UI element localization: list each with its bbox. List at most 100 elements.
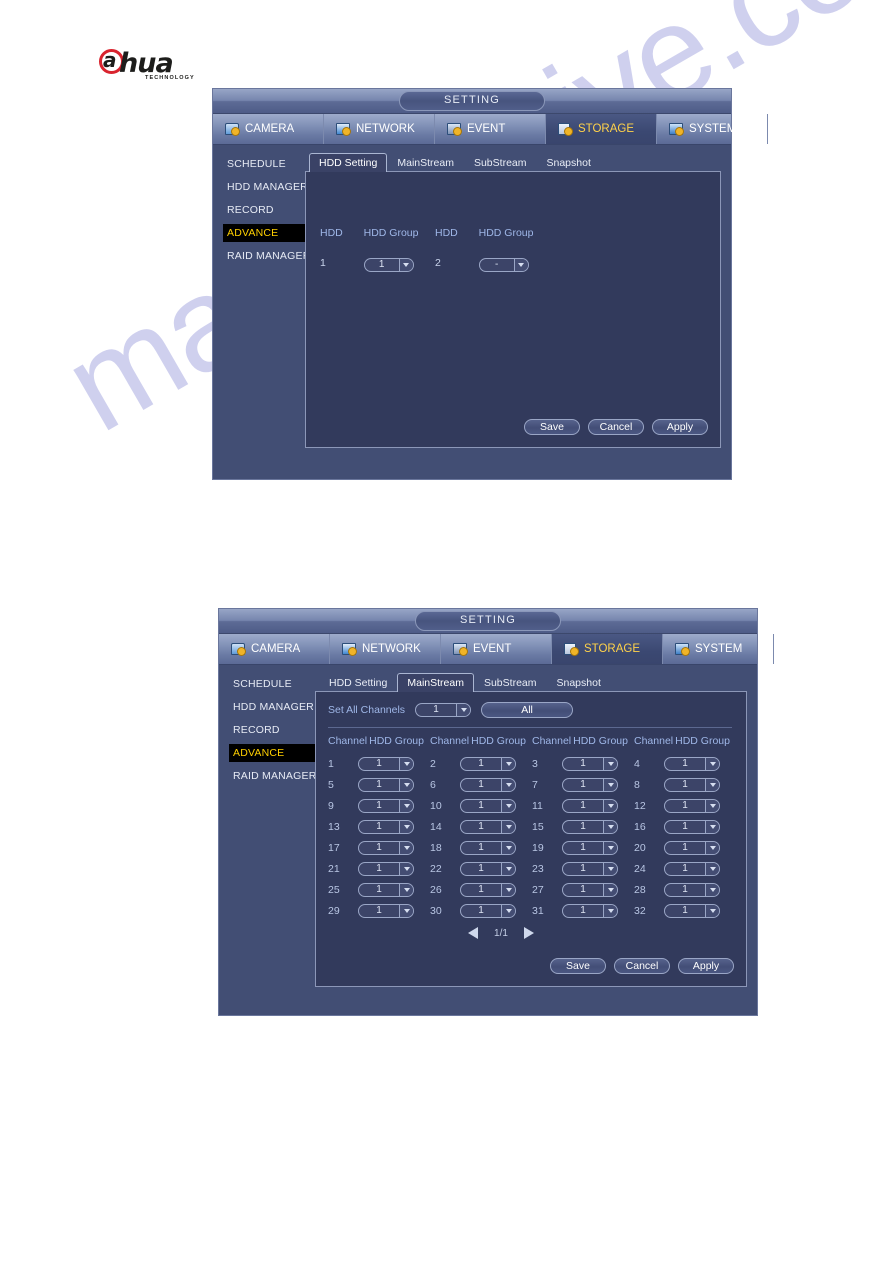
- hdd-group-select[interactable]: 1: [358, 882, 414, 897]
- chevron-down-icon: [705, 757, 719, 770]
- hdd-group-select[interactable]: 1: [664, 819, 720, 834]
- channel-grid-header-pair: Channel HDD Group: [634, 735, 736, 747]
- hdd-group-select[interactable]: 1: [460, 840, 516, 855]
- inner-tab-substream[interactable]: SubStream: [464, 153, 537, 172]
- channel-cell: 14 1: [430, 819, 532, 834]
- hdd-group-select[interactable]: 1: [460, 756, 516, 771]
- col-channel: Channel: [430, 735, 470, 747]
- sidebar-item-schedule[interactable]: SCHEDULE: [231, 675, 315, 693]
- hdd-group-select[interactable]: 1: [358, 798, 414, 813]
- sidebar-item-record[interactable]: RECORD: [231, 721, 315, 739]
- chevron-down-icon: [501, 757, 515, 770]
- tab-network[interactable]: NETWORK: [330, 634, 441, 664]
- channel-number: 23: [532, 862, 544, 875]
- hdd-group-select[interactable]: 1: [664, 840, 720, 855]
- hdd-group-select[interactable]: 1: [562, 861, 618, 876]
- apply-button[interactable]: Apply: [678, 958, 734, 974]
- tab-event[interactable]: EVENT: [441, 634, 552, 664]
- sidebar-item-record[interactable]: RECORD: [225, 201, 305, 219]
- table-row: 21 1 22 1 23 1 24 1: [328, 858, 736, 879]
- hdd-group-select[interactable]: 1: [562, 798, 618, 813]
- hdd-group-select-b[interactable]: -: [478, 258, 529, 272]
- hdd-group-select[interactable]: 1: [460, 819, 516, 834]
- hdd-group-select[interactable]: 1: [562, 819, 618, 834]
- tab-event[interactable]: EVENT: [435, 114, 546, 144]
- sidebar-item-schedule[interactable]: SCHEDULE: [225, 155, 305, 173]
- hdd-group-value: 1: [376, 883, 382, 895]
- hdd-group-value: 1: [376, 904, 382, 916]
- sidebar-item-raid-manager[interactable]: RAID MANAGER: [225, 247, 310, 265]
- hdd-group-select[interactable]: 1: [460, 903, 516, 918]
- next-page-arrow-icon[interactable]: [523, 927, 534, 939]
- all-button[interactable]: All: [481, 702, 574, 718]
- hdd-group-select[interactable]: 1: [664, 777, 720, 792]
- inner-tab-hdd-setting[interactable]: HDD Setting: [319, 673, 397, 692]
- hdd-group-select[interactable]: 1: [460, 861, 516, 876]
- prev-page-arrow-icon[interactable]: [468, 927, 479, 939]
- sidebar-item-hdd-manager[interactable]: HDD MANAGER: [231, 698, 315, 716]
- channel-cell: 21 1: [328, 861, 430, 876]
- hdd-group-select[interactable]: 1: [358, 861, 414, 876]
- col-hdd-group: HDD Group: [573, 735, 628, 747]
- hdd-group-select[interactable]: 1: [664, 756, 720, 771]
- hdd-group-select[interactable]: 1: [358, 903, 414, 918]
- hdd-group-value: 1: [682, 862, 688, 874]
- hdd-group-select[interactable]: 1: [562, 903, 618, 918]
- hdd-group-select[interactable]: 1: [460, 777, 516, 792]
- inner-tab-snapshot[interactable]: Snapshot: [537, 153, 601, 172]
- cancel-button[interactable]: Cancel: [588, 419, 644, 435]
- tab-network[interactable]: NETWORK: [324, 114, 435, 144]
- tab-event-label: EVENT: [467, 123, 506, 135]
- camera-icon: [231, 642, 246, 656]
- hdd-group-select[interactable]: 1: [562, 882, 618, 897]
- hdd-group-select[interactable]: 1: [562, 777, 618, 792]
- hdd-group-select[interactable]: 1: [358, 777, 414, 792]
- channel-cell: 10 1: [430, 798, 532, 813]
- hdd-group-select[interactable]: 1: [460, 882, 516, 897]
- hdd-group-value: 1: [376, 799, 382, 811]
- hdd-group-select[interactable]: 1: [358, 756, 414, 771]
- hdd-group-select[interactable]: 1: [358, 819, 414, 834]
- hdd-group-select[interactable]: 1: [664, 861, 720, 876]
- chevron-down-icon: [603, 862, 617, 875]
- sidebar-item-raid-manager[interactable]: RAID MANAGER: [231, 767, 316, 785]
- hdd-group-value: 1: [682, 799, 688, 811]
- storage-icon: [558, 122, 573, 136]
- hdd-group-select[interactable]: 1: [460, 798, 516, 813]
- tab-storage[interactable]: STORAGE: [546, 114, 657, 144]
- channel-cell: 21: [430, 756, 532, 771]
- storage-sidebar: SCHEDULE HDD MANAGER RECORD ADVANCE RAID…: [219, 665, 331, 997]
- hdd-group-select[interactable]: 1: [664, 798, 720, 813]
- channel-number: 26: [430, 883, 442, 896]
- hdd-group-select[interactable]: 1: [664, 903, 720, 918]
- tab-camera[interactable]: CAMERA: [213, 114, 324, 144]
- col-channel: Channel: [328, 735, 368, 747]
- set-all-channels-label: Set All Channels: [328, 704, 406, 716]
- inner-tab-mainstream[interactable]: MainStream: [397, 673, 474, 692]
- window-titlebar: SETTING: [213, 89, 731, 114]
- hdd-group-select-a[interactable]: 1: [363, 258, 414, 272]
- hdd-group-select[interactable]: 1: [358, 840, 414, 855]
- save-button[interactable]: Save: [550, 958, 606, 974]
- channel-cell: 17 1: [328, 840, 430, 855]
- apply-button[interactable]: Apply: [652, 419, 708, 435]
- hdd-group-value: 1: [376, 820, 382, 832]
- hdd-group-select[interactable]: 1: [664, 882, 720, 897]
- tab-network-label: NETWORK: [356, 123, 415, 135]
- set-all-channels-select[interactable]: 1: [415, 703, 472, 717]
- tab-system[interactable]: SYSTEM: [663, 634, 774, 664]
- tab-system[interactable]: SYSTEM: [657, 114, 768, 144]
- cancel-button[interactable]: Cancel: [614, 958, 670, 974]
- hdd-group-select[interactable]: 1: [562, 840, 618, 855]
- inner-tab-snapshot[interactable]: Snapshot: [547, 673, 611, 692]
- chevron-down-icon: [501, 904, 515, 917]
- inner-tab-mainstream[interactable]: MainStream: [387, 153, 464, 172]
- inner-tab-hdd-setting[interactable]: HDD Setting: [309, 153, 388, 172]
- tab-storage[interactable]: STORAGE: [552, 634, 663, 664]
- inner-tab-substream[interactable]: SubStream: [474, 673, 547, 692]
- tab-camera[interactable]: CAMERA: [219, 634, 330, 664]
- hdd-group-select[interactable]: 1: [562, 756, 618, 771]
- channel-cell: 12 1: [634, 798, 736, 813]
- save-button[interactable]: Save: [524, 419, 580, 435]
- sidebar-item-hdd-manager[interactable]: HDD MANAGER: [225, 178, 308, 196]
